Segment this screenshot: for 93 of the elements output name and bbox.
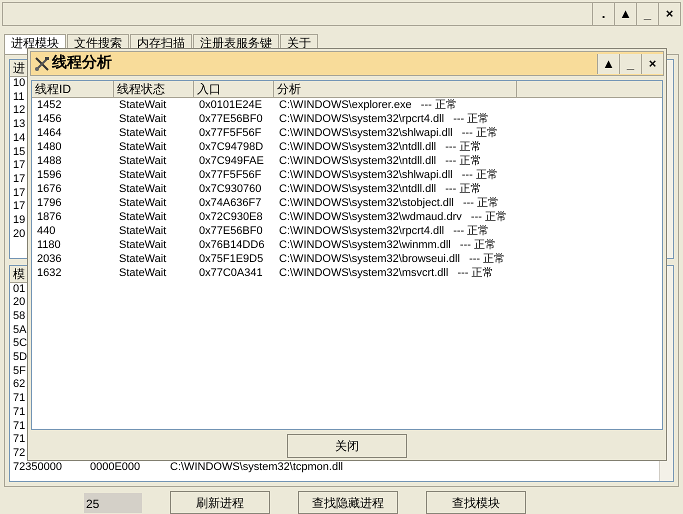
table-cell-text: StateWait: [118, 126, 168, 140]
table-cell-text: 62: [12, 378, 26, 392]
table-cell-text: 0x77E56BF0: [198, 224, 264, 238]
table-cell-text: 17: [12, 186, 26, 200]
table-cell-text: 17: [12, 200, 26, 214]
table-cell-text: 14: [12, 132, 26, 146]
table-cell-text: 1464: [36, 126, 62, 140]
table-cell-text: C:\WINDOWS\system32\rpcrt4.dll --- 正常: [278, 112, 490, 126]
table-cell-text: StateWait: [118, 140, 168, 154]
table-cell-text: 13: [12, 118, 26, 132]
table-cell-text: 20: [12, 228, 26, 242]
table-cell-text: 10: [12, 77, 26, 91]
table-cell-text: C:\WINDOWS\system32\msvcrt.dll --- 正常: [278, 266, 494, 280]
action-button[interactable]: 查找模块: [426, 491, 526, 514]
table-cell-text: 17: [12, 172, 26, 187]
column-header[interactable]: 线程ID: [32, 81, 114, 97]
table-cell-text: 01: [12, 282, 26, 296]
table-cell-text: StateWait: [118, 98, 168, 112]
table-cell-text: StateWait: [118, 168, 168, 182]
table-cell-text: C:\WINDOWS\system32\browseui.dll --- 正常: [278, 252, 506, 266]
table-cell-text: 0x74A636F7: [198, 196, 262, 210]
table-cell-text: 1456: [36, 112, 62, 126]
table-cell-text: 0x7C949FAE: [198, 154, 265, 168]
table-cell-text: C:\WINDOWS\system32\wdmaud.drv --- 正常: [278, 210, 507, 224]
table-cell-text: C:\WINDOWS\system32\shlwapi.dll --- 正常: [278, 126, 498, 140]
table-cell-text: 1596: [36, 168, 62, 182]
table-cell-text: 0000E000: [90, 460, 142, 474]
column-header[interactable]: 线程状态: [114, 81, 194, 97]
table-cell-text: 440: [36, 224, 56, 238]
table-cell-text: 0x77F5F56F: [198, 168, 262, 182]
table-cell-text: C:\WINDOWS\system32\ntdll.dll --- 正常: [278, 182, 482, 196]
column-header[interactable]: 入口: [194, 81, 274, 97]
table-cell-text: 0x0101E24E: [198, 98, 263, 112]
table-cell-text: 11: [12, 90, 24, 104]
table-cell-text: 0x75F1E9D5: [198, 252, 264, 266]
table-cell-text: 17: [12, 159, 26, 173]
table-cell-text: StateWait: [118, 154, 168, 168]
action-button[interactable]: 查找隐藏进程: [298, 491, 398, 514]
table-cell-text: C:\WINDOWS\explorer.exe --- 正常: [278, 98, 457, 112]
table-cell-text: 1676: [36, 182, 62, 196]
table-cell-text: 71: [12, 420, 26, 434]
table-cell-text: 1180: [36, 238, 62, 252]
table-cell-text: StateWait: [118, 266, 168, 280]
table-cell-text: 1488: [36, 154, 62, 168]
table-cell-text: 71: [12, 433, 26, 447]
table-cell-text: 0x7C930760: [198, 182, 262, 196]
table-cell-text: 0x76B14DD6: [198, 238, 266, 252]
table-cell-text: C:\WINDOWS\system32\stobject.dll --- 正常: [278, 196, 500, 210]
minimize-button[interactable]: _: [619, 54, 641, 74]
dialog-title: 线程分析: [52, 53, 113, 74]
table-cell-text: StateWait: [118, 196, 168, 210]
close-button[interactable]: ×: [641, 54, 663, 74]
table-cell-text: C:\WINDOWS\system32\ntdll.dll --- 正常: [278, 140, 482, 154]
table-cell-text: 5D: [12, 351, 28, 365]
table-cell-text: 15: [12, 146, 26, 160]
table-cell-text: 20: [12, 296, 26, 310]
table-cell-text: C:\WINDOWS\system32\rpcrt4.dll --- 正常: [278, 224, 490, 238]
table-cell: C:\WINDOWS\system32\tcpmon.dll: [170, 460, 343, 474]
table-cell-text: StateWait: [118, 112, 168, 126]
table-cell-text: 5A: [12, 324, 26, 338]
table-cell-text: 0x77C0A341: [198, 266, 264, 280]
table-cell-text: 5C: [12, 337, 28, 352]
table-cell-text: 71: [12, 406, 26, 420]
table-cell-text: C:\WINDOWS\system32\winmm.dll --- 正常: [278, 238, 496, 252]
close-dialog-button[interactable]: 关闭: [287, 434, 407, 458]
table-cell-text: 5F: [12, 364, 26, 378]
table-cell-text: StateWait: [118, 238, 168, 252]
table-cell-text: 0x77F5F56F: [198, 126, 262, 140]
table-cell-text: 72: [12, 446, 26, 461]
count-field: 25: [84, 492, 142, 512]
table-cell-text: StateWait: [118, 210, 168, 224]
table-cell-text: 19: [12, 214, 26, 228]
table-cell-text: StateWait: [118, 252, 168, 266]
action-button[interactable]: 刷新进程: [170, 491, 270, 514]
tools-icon: [34, 56, 50, 72]
table-cell-text: StateWait: [118, 182, 168, 196]
table-cell-text: StateWait: [118, 224, 168, 238]
table-cell-text: 1876: [36, 210, 62, 224]
table-cell-text: 2036: [36, 252, 62, 266]
table-cell-text: 72350000: [12, 460, 63, 474]
table-cell-text: C:\WINDOWS\system32\shlwapi.dll --- 正常: [278, 168, 498, 182]
table-cell-text: 58: [12, 310, 26, 324]
table-cell-text: 1796: [36, 196, 62, 210]
table-cell-text: 71: [12, 392, 26, 406]
column-header[interactable]: 分析: [274, 81, 517, 97]
window-up-button[interactable]: ▲: [597, 54, 619, 74]
table-cell-text: 12: [12, 104, 26, 118]
table-cell-text: 0x77E56BF0: [198, 112, 264, 126]
table-cell-text: 0x7C94798D: [198, 140, 264, 154]
table-cell-text: 1452: [36, 98, 62, 112]
table-cell-text: 1480: [36, 140, 62, 154]
table-cell-text: C:\WINDOWS\system32\ntdll.dll --- 正常: [278, 154, 482, 168]
table-cell-text: 0x72C930E8: [198, 210, 264, 224]
